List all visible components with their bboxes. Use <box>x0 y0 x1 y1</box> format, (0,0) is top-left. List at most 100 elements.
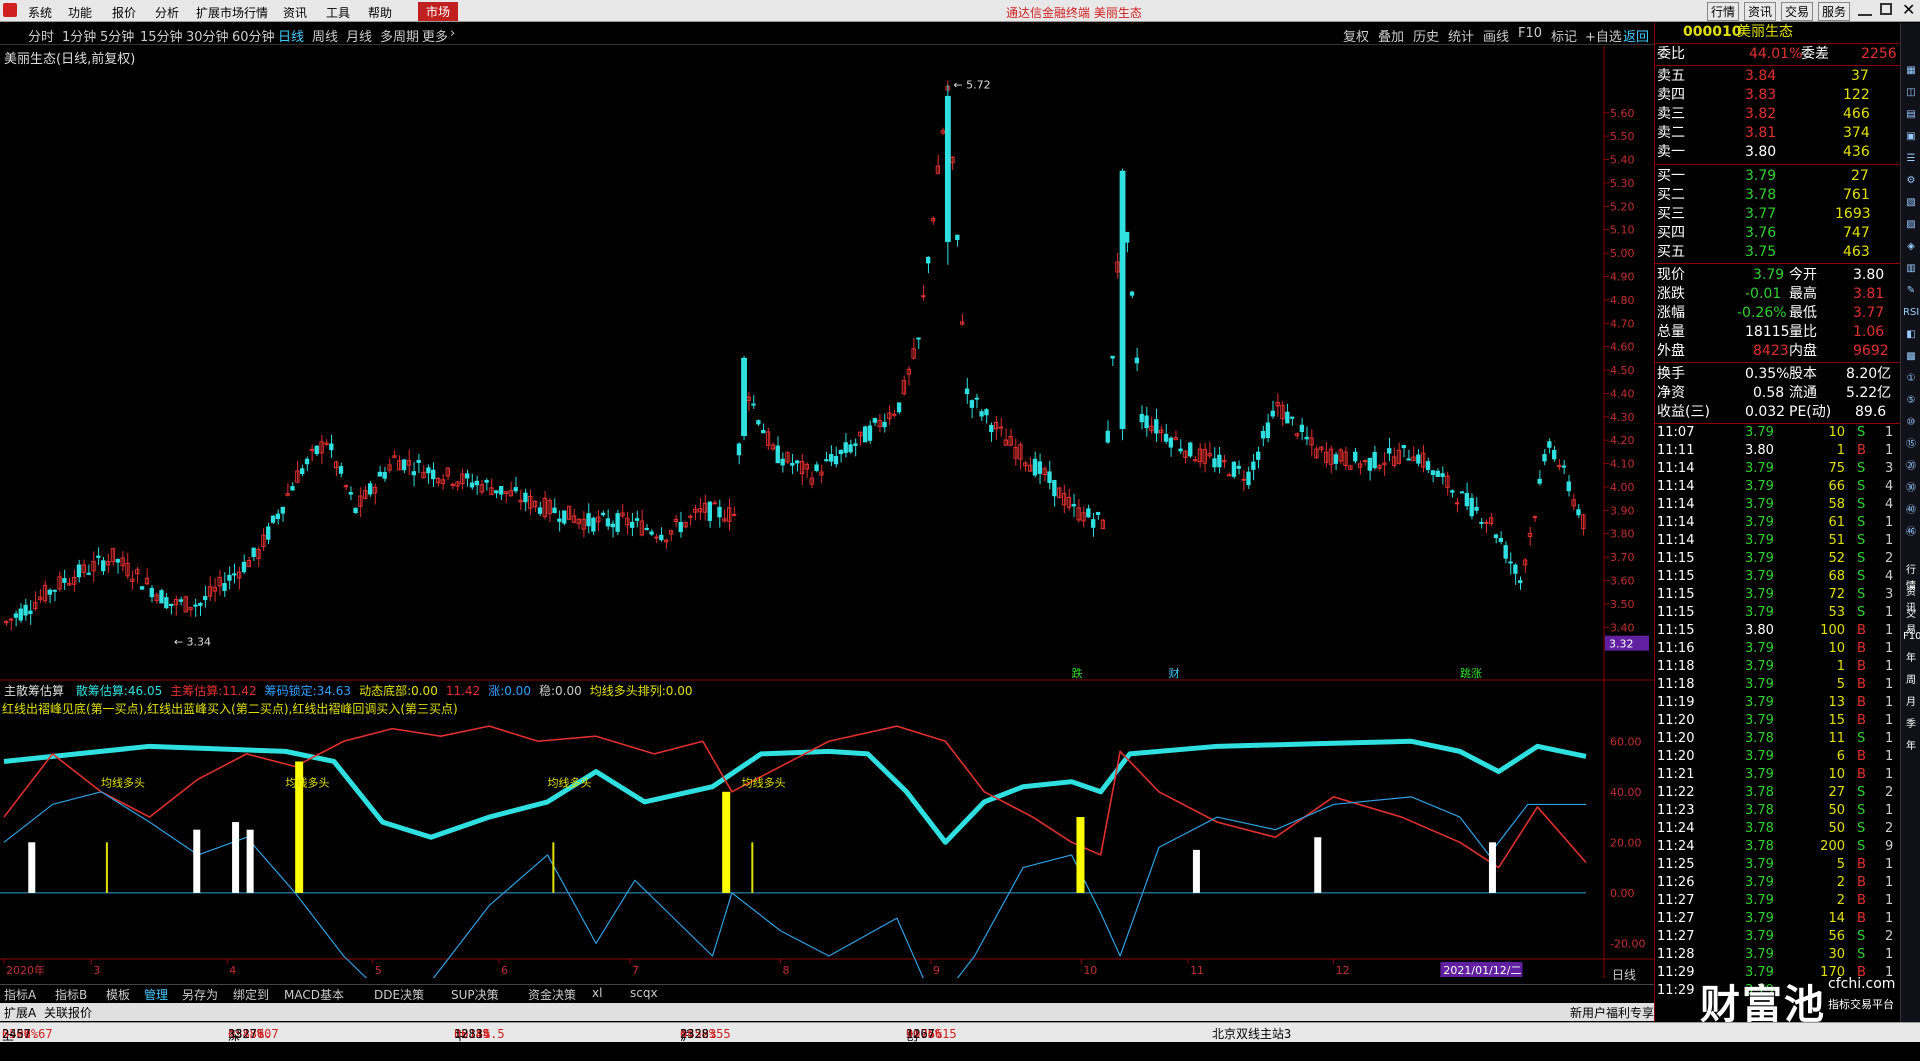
sidebar-tool-icon[interactable]: ⑮ <box>1903 437 1919 453</box>
tick-count: 1 <box>1885 803 1894 818</box>
btn-history[interactable]: 历史 <box>1413 26 1439 45</box>
tab-ext-a[interactable]: 扩展A <box>4 1004 36 1021</box>
tick-time: 11:20 <box>1657 713 1695 728</box>
btn-mark[interactable]: 标记 <box>1551 26 1577 45</box>
indicator-tab[interactable]: 另存为 <box>182 986 218 1003</box>
menu-item-ext-market[interactable]: 扩展市场行情 <box>196 4 268 21</box>
indicator-tab[interactable]: 绑定到 <box>233 986 269 1003</box>
sidebar-tool-icon[interactable]: RSI <box>1903 305 1919 321</box>
event-marker[interactable]: 跌 <box>1072 666 1083 680</box>
indicator-tab[interactable]: 模板 <box>106 986 130 1003</box>
top-right-trade[interactable]: 交易 <box>1781 2 1814 21</box>
period-tab-multi[interactable]: 多周期 <box>380 26 419 45</box>
event-marker[interactable]: 跳涨 <box>1460 666 1482 680</box>
period-tab-5min[interactable]: 5分钟 <box>100 26 134 45</box>
top-right-news[interactable]: 资讯 <box>1744 2 1777 21</box>
indicator-tab[interactable]: 指标B <box>55 986 87 1003</box>
sidebar-period-btn[interactable]: 行情 <box>1903 563 1919 592</box>
sidebar-tool-icon[interactable]: ▧ <box>1903 195 1919 211</box>
indicator-tab[interactable]: xl <box>592 986 602 1000</box>
sidebar-tool-icon[interactable]: ⑩ <box>1903 415 1919 431</box>
period-tab-15min[interactable]: 15分钟 <box>140 26 183 45</box>
period-tab-30min[interactable]: 30分钟 <box>186 26 229 45</box>
period-tab-1min[interactable]: 1分钟 <box>62 26 96 45</box>
sidebar-tool-icon[interactable]: ▦ <box>1903 63 1919 79</box>
maximize-icon[interactable] <box>1880 3 1892 15</box>
watermark: 财富池 cfchi.com 指标交易平台 <box>1700 972 1900 1028</box>
top-right-service[interactable]: 服务 <box>1818 2 1851 21</box>
sidebar-tool-icon[interactable]: ▩ <box>1903 349 1919 365</box>
sidebar-tool-icon[interactable]: ◫ <box>1903 85 1919 101</box>
sidebar-tool-icon[interactable]: ▤ <box>1903 107 1919 123</box>
indicator-tab[interactable]: 指标A <box>4 986 36 1003</box>
sidebar-tool-icon[interactable]: ㊵ <box>1903 503 1919 519</box>
menu-item-function[interactable]: 功能 <box>68 4 92 21</box>
period-tab-weekly[interactable]: 周线 <box>312 26 338 45</box>
period-tab-60min[interactable]: 60分钟 <box>232 26 275 45</box>
btn-draw[interactable]: 画线 <box>1483 26 1509 45</box>
btn-diejia[interactable]: 叠加 <box>1378 26 1404 45</box>
top-right-quote[interactable]: 行情 <box>1707 2 1740 21</box>
sidebar-period-btn[interactable]: 季 <box>1903 717 1919 733</box>
sidebar-period-btn[interactable]: 交易 <box>1903 607 1919 636</box>
menu-item-system[interactable]: 系统 <box>28 4 52 21</box>
chart-area[interactable]: 5.60 5.50 5.40 5.30 5.20 5.10 5.00 4.90 4.80 4.70… <box>0 46 1654 978</box>
sidebar-tool-icon[interactable]: ◈ <box>1903 239 1919 255</box>
minimize-icon[interactable] <box>1858 2 1872 16</box>
tick-count: 9 <box>1885 839 1894 854</box>
chevron-right-icon[interactable]: › <box>450 26 455 41</box>
sidebar-tool-icon[interactable]: ⑳ <box>1903 459 1919 475</box>
sidebar-tool-icon[interactable]: ㉚ <box>1903 481 1919 497</box>
sidebar-tool-icon[interactable]: ① <box>1903 371 1919 387</box>
indicator-name[interactable]: 主散筹估算 <box>4 684 64 698</box>
menu-item-quote[interactable]: 报价 <box>112 4 136 21</box>
sidebar-tool-icon[interactable]: ✎ <box>1903 283 1919 299</box>
menu-item-analysis[interactable]: 分析 <box>155 4 179 21</box>
sidebar-period-btn[interactable]: F10 <box>1903 629 1920 645</box>
indicator-tab[interactable]: 管理 <box>144 986 168 1003</box>
period-tab-daily[interactable]: 日线 <box>278 26 304 45</box>
candle-body <box>1188 442 1193 457</box>
indicator-tab[interactable]: scqx <box>630 986 658 1000</box>
sidebar-period-btn[interactable]: 年 <box>1903 651 1919 667</box>
sidebar-tool-icon[interactable]: ㊻ <box>1903 525 1919 541</box>
sidebar-period-btn[interactable]: 年 <box>1903 739 1919 755</box>
event-marker[interactable]: 财 <box>1169 666 1180 680</box>
indicator-tab[interactable]: 资金决策 <box>528 986 576 1003</box>
sidebar-tool-icon[interactable]: ▣ <box>1903 129 1919 145</box>
close-icon[interactable]: ✕ <box>1902 0 1915 19</box>
sidebar-tool-icon[interactable]: ⚙ <box>1903 173 1919 189</box>
sidebar-tool-icon[interactable]: ☰ <box>1903 151 1919 167</box>
menu-item-news[interactable]: 资讯 <box>283 4 307 21</box>
candlestick-chart[interactable]: 5.60 5.50 5.40 5.30 5.20 5.10 5.00 4.90 4.80 4.70… <box>0 46 1654 978</box>
btn-back[interactable]: 返回 <box>1623 26 1649 45</box>
period-tab-more[interactable]: 更多 <box>422 26 448 45</box>
indicator-tab[interactable]: SUP决策 <box>451 986 499 1003</box>
btn-add-favorite[interactable]: +自选 <box>1585 26 1622 45</box>
sidebar-tool-icon[interactable]: ◧ <box>1903 327 1919 343</box>
menu-item-tools[interactable]: 工具 <box>326 4 350 21</box>
menu-item-help[interactable]: 帮助 <box>368 4 392 21</box>
tab-related-quote[interactable]: 关联报价 <box>44 1004 92 1021</box>
menu-item-market[interactable]: 市场 <box>418 2 459 21</box>
sidebar-tool-icon[interactable]: ⑤ <box>1903 393 1919 409</box>
btn-fuquan[interactable]: 复权 <box>1343 26 1369 45</box>
tick-time: 11:14 <box>1657 497 1695 512</box>
btn-stats[interactable]: 统计 <box>1448 26 1474 45</box>
server-status[interactable]: 北京双线主站3 <box>1212 1025 1291 1042</box>
xaxis-label: 6 <box>501 964 508 977</box>
sidebar-period-btn[interactable]: 周 <box>1903 673 1919 689</box>
indicator-tab[interactable]: DDE决策 <box>374 986 424 1003</box>
btn-f10[interactable]: F10 <box>1518 26 1542 41</box>
tick-time: 11:20 <box>1657 731 1695 746</box>
promo-link[interactable]: 新用户福利专享 <box>1570 1004 1654 1021</box>
period-tab-monthly[interactable]: 月线 <box>346 26 372 45</box>
period-tab-fenshi[interactable]: 分时 <box>28 26 54 45</box>
sidebar-period-btn[interactable]: 资讯 <box>1903 585 1919 614</box>
stat2-label: 净资 <box>1657 385 1685 401</box>
indicator-tab[interactable]: MACD基本 <box>284 986 344 1003</box>
indicator-value: 涨:0.00 <box>488 684 531 698</box>
sidebar-tool-icon[interactable]: ▨ <box>1903 217 1919 233</box>
sidebar-tool-icon[interactable]: ▥ <box>1903 261 1919 277</box>
sidebar-period-btn[interactable]: 月 <box>1903 695 1919 711</box>
